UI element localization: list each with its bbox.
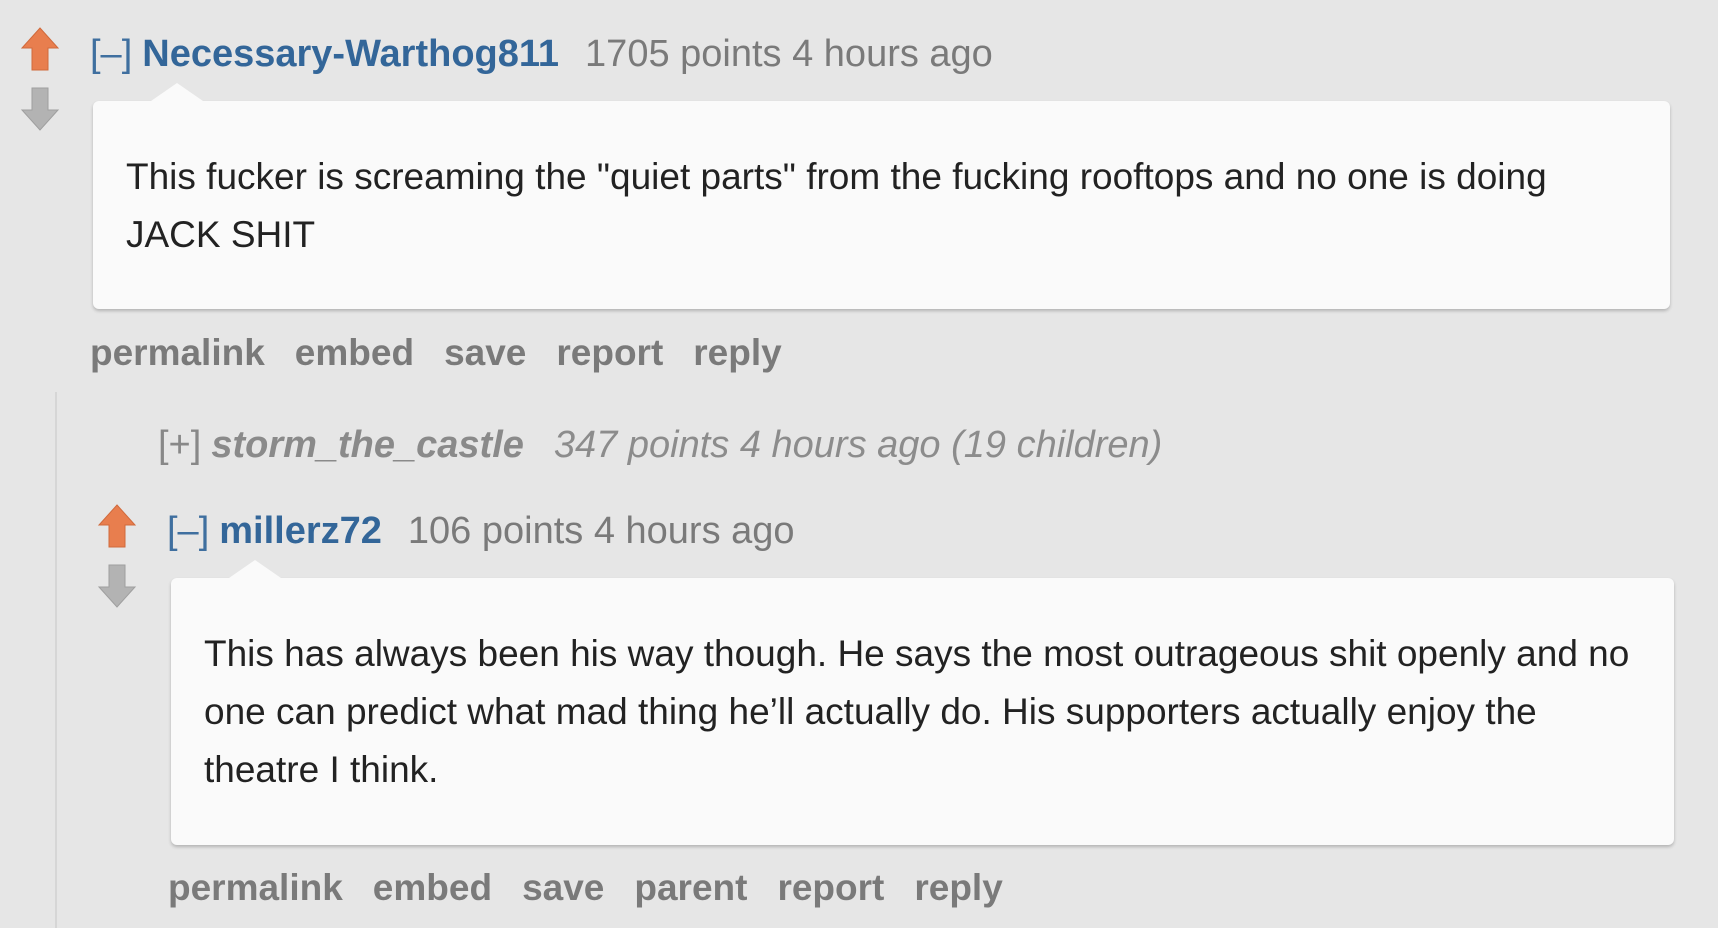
comment-score: 106 points [407,510,584,552]
comment-tagline: [–] millerz72 106 points 4 hours ago [167,507,795,555]
collapse-toggle[interactable]: [–] [167,510,209,552]
upvote-arrow-icon[interactable] [97,503,137,549]
save-link[interactable]: save [522,867,604,908]
permalink-link[interactable]: permalink [168,867,343,908]
comment-text: This has always been his way though. He … [204,633,1630,790]
report-link[interactable]: report [777,867,884,908]
comment-author[interactable]: millerz72 [219,510,382,552]
comment: [–] millerz72 106 points 4 hours ago This … [0,0,1718,928]
downvote-arrow-icon[interactable] [97,563,137,609]
comment-actions: permalink embed save parent report reply [168,867,1033,909]
parent-link[interactable]: parent [634,867,747,908]
embed-link[interactable]: embed [373,867,492,908]
comment-time[interactable]: 4 hours ago [594,510,795,552]
comment-body: This has always been his way though. He … [171,560,1674,845]
reply-link[interactable]: reply [914,867,1002,908]
